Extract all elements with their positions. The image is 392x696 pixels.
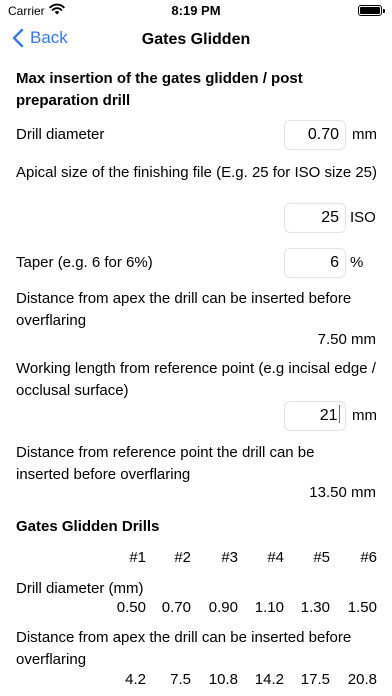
text-cursor xyxy=(338,405,340,423)
taper-label: Taper (e.g. 6 for 6%) xyxy=(16,254,153,271)
taper-input[interactable]: 6 xyxy=(284,248,346,278)
navigation-bar: Back Gates Glidden xyxy=(0,22,392,62)
distance-apex-value: 7.50 mm xyxy=(317,331,376,348)
table-cell: 20.8 xyxy=(347,671,377,688)
apical-size-unit: ISO xyxy=(350,209,376,226)
distance-ref-value: 13.50 mm xyxy=(309,484,376,501)
taper-unit: % xyxy=(350,254,364,271)
apical-size-input[interactable]: 25 xyxy=(284,203,346,233)
drill-diameter-label: Drill diameter xyxy=(16,126,105,143)
section-title-max-insertion: Max insertion of the gates glidden / pos… xyxy=(16,70,303,109)
drill-diameter-unit: mm xyxy=(352,126,377,143)
drill-distance-row-label: Distance from apex the drill can be inse… xyxy=(16,629,352,668)
distance-apex-label: Distance from apex the drill can be inse… xyxy=(16,290,352,329)
page-title: Gates Glidden xyxy=(141,31,251,48)
clock: 8:19 PM xyxy=(171,3,221,18)
working-length-unit: mm xyxy=(352,407,377,424)
status-bar: Carrier 8:19 PM xyxy=(0,0,392,22)
table-cell: 1.50 xyxy=(347,599,377,616)
apical-size-label: Apical size of the finishing file (E.g. … xyxy=(16,164,378,181)
section-title-drills: Gates Glidden Drills xyxy=(16,518,160,535)
working-length-input[interactable]: 21 xyxy=(284,401,346,431)
working-length-label: Working length from reference point (e.g… xyxy=(16,360,376,399)
column-header: #6 xyxy=(360,549,377,566)
working-length-value: 21 xyxy=(319,407,338,424)
drill-diameter-input[interactable]: 0.70 xyxy=(284,120,346,150)
battery-icon xyxy=(358,5,385,16)
distance-ref-label: Distance from reference point the drill … xyxy=(16,444,315,483)
